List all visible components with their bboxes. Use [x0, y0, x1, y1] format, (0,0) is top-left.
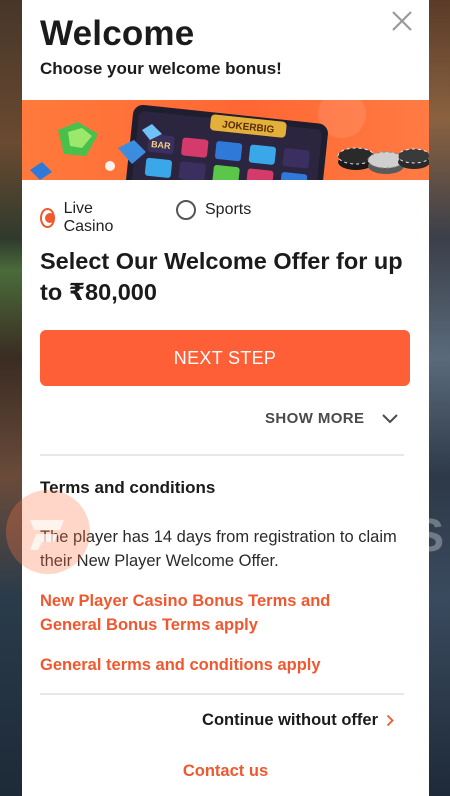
radio-sports[interactable]: Sports	[176, 200, 251, 220]
welcome-bonus-modal: Welcome Choose your welcome bonus! JOKER…	[22, 0, 429, 796]
banner-slot-symbol: BAR	[151, 139, 172, 151]
divider	[40, 693, 404, 695]
close-icon	[392, 11, 412, 31]
radio-sports-label: Sports	[205, 201, 252, 218]
close-button[interactable]	[389, 8, 415, 34]
radio-checked-icon	[40, 208, 55, 228]
promo-banner-image: JOKERBIG BAR	[22, 100, 429, 180]
contact-us-link[interactable]: Contact us	[22, 762, 429, 781]
modal-title: Welcome	[40, 14, 195, 53]
show-more-label: SHOW MORE	[265, 410, 365, 427]
next-step-button[interactable]: NEXT STEP	[40, 330, 410, 386]
divider	[40, 454, 404, 456]
terms-heading: Terms and conditions	[40, 478, 216, 497]
modal-subtitle: Choose your welcome bonus!	[40, 59, 282, 78]
radio-unchecked-icon	[176, 200, 196, 220]
bonus-terms-link[interactable]: New Player Casino Bonus Terms and Genera…	[40, 589, 380, 637]
chevron-down-icon	[382, 413, 399, 423]
terms-text: The player has 14 days from registration…	[40, 528, 397, 570]
chevron-right-icon	[386, 714, 394, 727]
offer-heading: Select Our Welcome Offer for up to ₹80,0…	[40, 248, 403, 305]
continue-label: Continue without offer	[202, 711, 378, 729]
show-more-toggle[interactable]: SHOW MORE	[265, 410, 399, 427]
continue-without-offer-link[interactable]: Continue without offer	[202, 711, 394, 730]
radio-live-casino-label: Live Casino	[63, 200, 114, 235]
background-image-right	[426, 0, 450, 796]
radio-live-casino[interactable]: Live Casino	[40, 200, 119, 236]
background-image-left	[0, 0, 24, 796]
general-terms-link[interactable]: General terms and conditions apply	[40, 653, 321, 677]
